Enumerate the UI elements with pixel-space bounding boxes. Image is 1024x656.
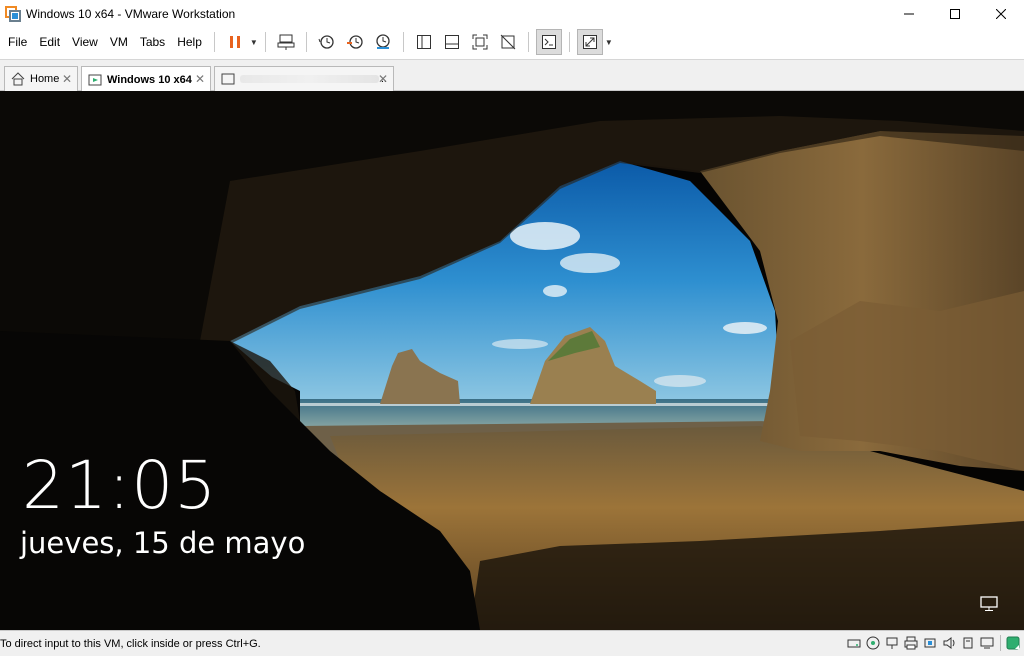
tab-close-icon[interactable]: ✕	[62, 72, 72, 86]
snapshot-manager-icon	[376, 34, 390, 49]
pause-button[interactable]	[222, 29, 248, 55]
menu-tabs[interactable]: Tabs	[134, 27, 171, 57]
close-icon	[996, 8, 1006, 19]
home-icon	[11, 72, 25, 86]
full-screen-icon	[472, 34, 488, 50]
menu-view[interactable]: View	[66, 27, 104, 57]
snapshot-clock-icon	[318, 35, 334, 49]
menu-vm[interactable]: VM	[104, 27, 134, 57]
revert-snapshot-button[interactable]	[342, 29, 368, 55]
menu-help[interactable]: Help	[171, 27, 208, 57]
snapshot-manager-button[interactable]	[370, 29, 396, 55]
stretch-icon	[582, 35, 597, 49]
library-panel-icon	[416, 35, 431, 49]
tab-windows-10-x64[interactable]: Windows 10 x64 ✕	[81, 66, 211, 92]
status-divider	[1000, 635, 1001, 651]
title-bar: Windows 10 x64 - VMware Workstation	[0, 0, 1024, 27]
vm-icon	[221, 72, 235, 86]
hard-disk-icon[interactable]	[847, 636, 861, 650]
full-screen-button[interactable]	[467, 29, 493, 55]
unity-button[interactable]	[495, 29, 521, 55]
unity-disabled-icon	[500, 34, 516, 50]
power-dropdown-arrow[interactable]: ▼	[249, 29, 259, 55]
vm-running-icon	[88, 73, 102, 87]
tab-vm-label: Windows 10 x64	[107, 73, 192, 86]
console-view-button[interactable]	[535, 29, 562, 55]
show-thumbnail-bar-button[interactable]	[439, 29, 465, 55]
toolbar-divider	[213, 32, 215, 52]
printer-icon[interactable]	[904, 636, 918, 650]
menu-toolbar: File Edit View VM Tabs Help ▼ ▼	[0, 27, 1024, 57]
menu-file[interactable]: File	[2, 27, 33, 57]
send-ctrl-alt-del-button[interactable]	[273, 29, 299, 55]
toolbar-divider	[568, 32, 570, 52]
usb-icon[interactable]	[923, 636, 937, 650]
lockscreen-clock: 21:05	[22, 447, 218, 524]
lockscreen-date: jueves, 15 de mayo	[20, 526, 306, 560]
tab-other-vm[interactable]: .. ✕	[214, 66, 394, 91]
message-log-icon[interactable]	[1006, 636, 1020, 650]
minimize-button[interactable]	[886, 0, 932, 27]
toolbar-divider	[402, 32, 404, 52]
toolbar-divider	[264, 32, 266, 52]
console-icon	[541, 35, 556, 49]
keyboard-send-icon	[277, 34, 295, 50]
vm-console-screen[interactable]: 21:05 jueves, 15 de mayo	[0, 91, 1024, 630]
stretch-dropdown-arrow[interactable]: ▼	[604, 29, 614, 55]
status-bar: To direct input to this VM, click inside…	[0, 630, 1024, 656]
maximize-icon	[950, 8, 960, 19]
cd-dvd-icon[interactable]	[866, 636, 880, 650]
toolbar-divider	[305, 32, 307, 52]
sound-card-icon[interactable]	[942, 636, 956, 650]
status-message: To direct input to this VM, click inside…	[0, 637, 261, 650]
removable-device-icon[interactable]	[961, 636, 975, 650]
revert-clock-icon	[346, 35, 363, 49]
thumbnail-bar-icon	[444, 35, 459, 49]
take-snapshot-button[interactable]	[314, 29, 340, 55]
toolbar-divider	[527, 32, 529, 52]
display-icon[interactable]	[980, 636, 994, 650]
stretch-guest-button[interactable]	[576, 29, 603, 55]
window-title: Windows 10 x64 - VMware Workstation	[26, 6, 236, 21]
minimize-icon	[904, 13, 914, 14]
menu-edit[interactable]: Edit	[33, 27, 66, 57]
pause-icon	[229, 36, 240, 48]
vmware-app-icon	[5, 5, 21, 22]
maximize-button[interactable]	[932, 0, 978, 27]
tab-home-label: Home	[30, 73, 60, 85]
tab-close-icon[interactable]: ✕	[195, 72, 205, 86]
tab-close-icon[interactable]: ✕	[378, 72, 388, 86]
tab-bar: Home ✕ Windows 10 x64 ✕ .. ✕	[0, 60, 1024, 92]
show-library-button[interactable]	[411, 29, 437, 55]
tab-home[interactable]: Home ✕	[4, 66, 78, 91]
network-icon[interactable]	[980, 596, 998, 612]
network-adapter-icon[interactable]	[885, 636, 899, 650]
close-button[interactable]	[978, 0, 1024, 27]
redacted-tab-title	[240, 75, 379, 83]
